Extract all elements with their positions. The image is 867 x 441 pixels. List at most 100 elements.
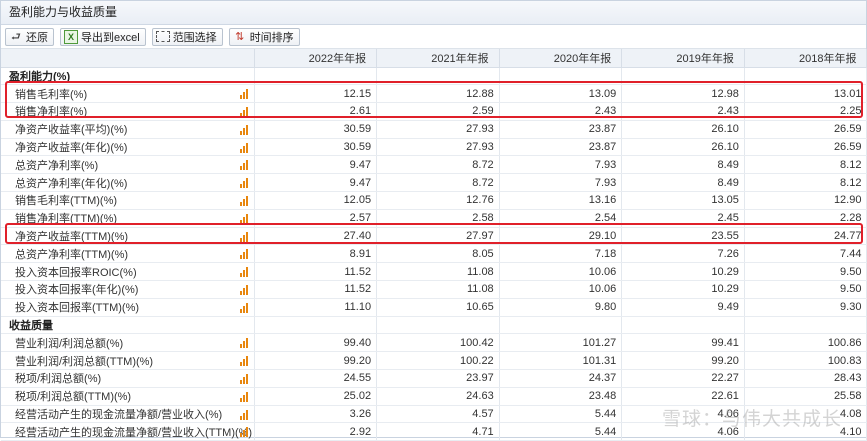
bar-chart-icon[interactable]	[239, 196, 250, 207]
indicator-label-text: 销售毛利率(TTM)(%)	[15, 195, 118, 208]
header-cell-year[interactable]: 2022年年报	[254, 49, 378, 68]
sort-arrows-icon: ⇅	[235, 30, 245, 43]
value-cell: 2.59	[376, 102, 500, 121]
bar-chart-icon[interactable]	[239, 160, 250, 171]
value-cell: 4.57	[376, 405, 500, 424]
value-cell: 12.88	[376, 84, 500, 104]
header-cell-year[interactable]: 2020年年报	[499, 49, 623, 68]
bar-chart-icon[interactable]	[239, 249, 250, 260]
sort-label: 时间排序	[249, 31, 294, 44]
indicator-label-text: 总资产净利率(TTM)(%)	[15, 248, 129, 261]
value-cell: 22.27	[621, 369, 745, 388]
bar-chart-icon[interactable]	[239, 231, 250, 242]
value-cell: 9.47	[254, 155, 378, 175]
export-excel-button[interactable]: X 导出到excel	[60, 27, 146, 46]
bar-chart-icon[interactable]	[239, 374, 250, 385]
restore-button[interactable]: ⮐ 还原	[5, 27, 54, 46]
value-cell: 8.05	[376, 244, 500, 264]
value-cell: 12.15	[254, 84, 378, 104]
value-cell: 101.31	[499, 351, 623, 371]
value-cell: 10.06	[499, 262, 623, 282]
value-cell: 13.09	[499, 84, 623, 104]
indicator-label-text: 经营活动产生的现金流量净额/营业收入(%)	[15, 409, 223, 422]
bar-chart-icon[interactable]	[239, 409, 250, 420]
table-row: 销售毛利率(%) 12.15 12.88 13.09 12.98 13.01	[1, 84, 867, 104]
value-cell: 28.43	[744, 369, 867, 388]
value-cell: 9.80	[499, 298, 623, 317]
value-cell: 11.08	[376, 280, 500, 299]
excel-icon: X	[64, 29, 78, 44]
indicator-label: 销售毛利率(TTM)(%)	[1, 191, 255, 210]
bar-chart-icon[interactable]	[239, 107, 250, 118]
value-cell	[376, 67, 500, 86]
financial-indicator-table: 2022年年报 2021年年报 2020年年报 2019年年报 2018年年报 盈利能力…	[1, 49, 867, 441]
value-cell: 7.18	[499, 244, 623, 264]
value-cell: 12.90	[744, 191, 867, 210]
value-cell: 24.55	[254, 369, 378, 388]
header-cell-year[interactable]: 2019年年报	[621, 49, 745, 68]
value-cell: 12.98	[621, 84, 745, 104]
value-cell: 7.44	[744, 244, 867, 264]
value-cell: 100.83	[744, 351, 867, 371]
bar-chart-icon[interactable]	[239, 213, 250, 224]
value-cell: 13.05	[621, 191, 745, 210]
indicator-label-text: 总资产净利率(%)	[15, 159, 99, 172]
value-cell: 2.57	[254, 209, 378, 228]
value-cell: 23.55	[621, 227, 745, 246]
indicator-label-text: 销售净利率(%)	[15, 106, 88, 119]
bar-chart-icon[interactable]	[239, 427, 250, 438]
value-cell: 26.59	[744, 138, 867, 157]
value-cell: 8.72	[376, 155, 500, 175]
bar-chart-icon[interactable]	[239, 89, 250, 100]
value-cell: 30.59	[254, 120, 378, 139]
value-cell: 4.06	[621, 422, 745, 441]
value-cell: 23.48	[499, 387, 623, 406]
indicator-label-text: 盈利能力(%)	[9, 70, 71, 83]
table-row: 经营活动产生的现金流量净额/营业收入(%) 3.26 4.57 5.44 4.06 4.0…	[1, 405, 867, 424]
bar-chart-icon[interactable]	[239, 142, 250, 153]
header-cell-year[interactable]: 2018年年报	[744, 49, 867, 68]
time-sort-button[interactable]: ⇅ 时间排序	[228, 27, 300, 46]
value-cell: 8.12	[744, 173, 867, 193]
indicator-label: 净资产收益率(年化)(%)	[1, 138, 255, 157]
value-cell: 10.06	[499, 280, 623, 299]
bar-chart-icon[interactable]	[239, 178, 250, 189]
bar-chart-icon[interactable]	[239, 356, 250, 367]
value-cell: 7.93	[499, 155, 623, 175]
table-row: 净资产收益率(TTM)(%) 27.40 27.97 29.10 23.55 24.77	[1, 227, 867, 246]
export-label: 导出到excel	[81, 31, 140, 44]
value-cell: 24.77	[744, 227, 867, 246]
indicator-label: 税项/利润总额(%)	[1, 369, 255, 388]
indicator-label-text: 净资产收益率(平均)(%)	[15, 124, 128, 137]
value-cell: 8.72	[376, 173, 500, 193]
indicator-label: 经营活动产生的现金流量净额/营业收入(TTM)(%)	[1, 422, 255, 441]
value-cell: 2.45	[621, 209, 745, 228]
range-label: 范围选择	[172, 31, 217, 44]
value-cell: 27.93	[376, 138, 500, 157]
indicator-label: 销售净利率(%)	[1, 102, 255, 121]
table-row: 投入资本回报率ROIC(%) 11.52 11.08 10.06 10.29 9.50	[1, 262, 867, 282]
restore-label: 还原	[26, 31, 48, 44]
bar-chart-icon[interactable]	[239, 267, 250, 278]
indicator-label-text: 经营活动产生的现金流量净额/营业收入(TTM)(%)	[15, 426, 253, 439]
range-select-button[interactable]: 范围选择	[151, 27, 223, 46]
value-cell: 9.49	[621, 298, 745, 317]
value-cell: 9.30	[744, 298, 867, 317]
bar-chart-icon[interactable]	[239, 338, 250, 349]
value-cell: 9.47	[254, 173, 378, 193]
indicator-label-text: 收益质量	[9, 320, 53, 333]
value-cell	[499, 67, 623, 86]
bar-chart-icon[interactable]	[239, 285, 250, 296]
header-cell-year[interactable]: 2021年年报	[376, 49, 500, 68]
bar-chart-icon[interactable]	[239, 124, 250, 135]
indicator-label: 销售毛利率(%)	[1, 84, 255, 104]
bar-chart-icon[interactable]	[239, 391, 250, 402]
value-cell: 13.16	[499, 191, 623, 210]
bar-chart-icon[interactable]	[239, 302, 250, 313]
value-cell: 23.87	[499, 120, 623, 139]
value-cell: 8.91	[254, 244, 378, 264]
value-cell: 26.10	[621, 138, 745, 157]
value-cell: 2.43	[499, 102, 623, 121]
value-cell	[499, 316, 623, 335]
table-row: 销售净利率(TTM)(%) 2.57 2.58 2.54 2.45 2.28	[1, 209, 867, 228]
